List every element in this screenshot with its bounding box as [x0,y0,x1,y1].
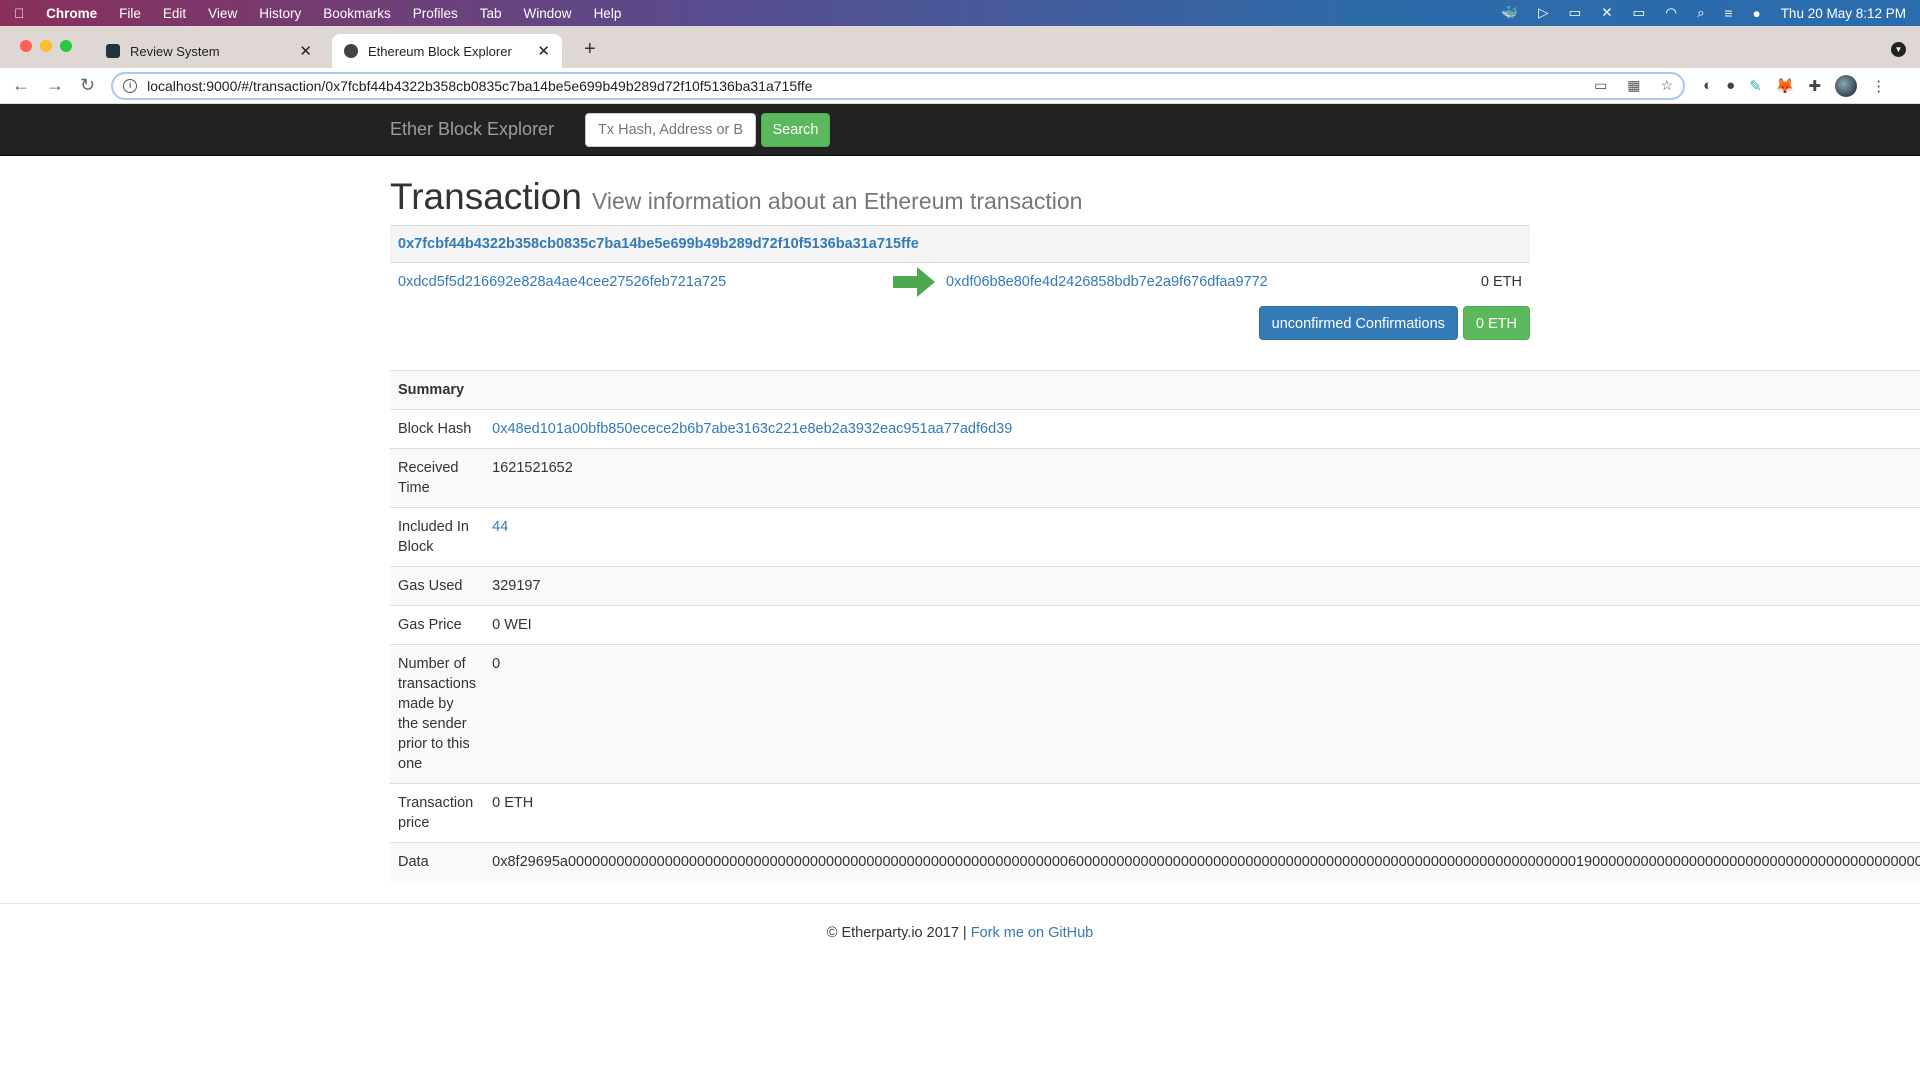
maximize-window-button[interactable] [60,40,72,52]
arrow-right-icon [893,267,935,297]
control-center-icon[interactable]: ≡ [1725,6,1733,21]
tab-title: Ethereum Block Explorer [368,43,512,59]
menu-edit[interactable]: Edit [163,6,186,21]
menu-bookmarks[interactable]: Bookmarks [323,6,391,21]
clock[interactable]: Thu 20 May 8:12 PM [1781,6,1906,21]
row-label: Gas Used [390,566,485,606]
to-address-link[interactable]: 0xdf06b8e80fe4d2426858bdb7e2a9f676dfaa97… [946,274,1268,290]
cast-icon[interactable]: ▭ [1594,77,1607,94]
menu-window[interactable]: Window [524,6,572,21]
transaction-value: 0 ETH [1480,273,1522,290]
input-data: 0x8f29695a000000000000000000000000000000… [492,854,1920,870]
confirmations-button[interactable]: unconfirmed Confirmations [1258,306,1458,340]
highlighter-icon[interactable]: ✎ [1749,77,1762,95]
chrome-menu-icon[interactable]: ⋮ [1871,77,1886,95]
search-input[interactable] [585,113,756,147]
received-time: 1621521652 [484,448,1920,508]
copyright-text: © Etherparty.io 2017 | [826,925,971,941]
table-row: Included In Block 44 [390,507,1920,567]
table-row: Number of transactions made by the sende… [390,644,1920,784]
transaction-hash-link[interactable]: 0x7fcbf44b4322b358cb0835c7ba14be5e699b49… [398,236,919,252]
from-address-link[interactable]: 0xdcd5f5d216692e828a4ae4cee27526feb721a7… [398,274,726,290]
tab-strip: Review System ✕ Ethereum Block Explorer … [0,26,1920,68]
transaction-panel: 0x7fcbf44b4322b358cb0835c7ba14be5e699b49… [390,225,1530,340]
url-text: localhost:9000/#/transaction/0x7fcbf44b4… [147,77,813,94]
page-header: Transaction View information about an Et… [390,176,1920,224]
extensions-puzzle-icon[interactable]: ✚ [1808,77,1821,95]
wifi-icon[interactable]: ◠ [1665,5,1677,21]
main-content: Transaction View information about an Et… [390,156,1920,881]
qr-code-icon[interactable]: ▦ [1627,77,1640,94]
row-label: Data [390,842,485,881]
window-controls [20,40,72,52]
apple-icon[interactable]:  [14,6,24,21]
amount-button[interactable]: 0 ETH [1462,306,1530,340]
battery-icon[interactable]: ▭ [1633,5,1646,21]
menu-profiles[interactable]: Profiles [413,6,458,21]
table-row: Gas Used 329197 [390,566,1920,606]
close-tab-icon[interactable]: ✕ [299,42,312,60]
close-tab-icon[interactable]: ✕ [537,42,550,60]
macos-menubar:  Chrome File Edit View History Bookmark… [0,0,1920,26]
tab-title: Review System [130,43,220,59]
bluetooth-icon[interactable]: ✕ [1601,5,1612,21]
tab-search-icon[interactable]: ▼ [1891,42,1906,57]
transaction-price: 0 ETH [484,783,1920,843]
row-label: Received Time [390,448,485,508]
tab-review-system[interactable]: Review System ✕ [94,34,324,68]
row-label: Gas Price [390,605,485,645]
globe-icon [344,44,358,58]
extension-icon[interactable]: ● [1726,77,1735,94]
metamask-icon[interactable]: 🦊 [1776,77,1795,95]
site-navbar: Ether Block Explorer Search [0,104,1920,156]
github-link[interactable]: Fork me on GitHub [971,925,1094,941]
menu-view[interactable]: View [208,6,237,21]
spotlight-search-icon[interactable]: ⌕ [1697,5,1705,21]
page-title: Transaction [390,176,582,217]
address-bar[interactable]: i localhost:9000/#/transaction/0x7fcbf44… [111,71,1686,100]
footer: © Etherparty.io 2017 | Fork me on GitHub [0,903,1920,941]
gas-price: 0 WEI [484,605,1920,645]
react-icon [106,44,120,58]
site-info-icon[interactable]: i [123,78,138,93]
reload-icon[interactable]: ↻ [80,75,95,96]
row-label: Block Hash [390,409,485,449]
search-button[interactable]: Search [761,113,830,147]
toolbar: ← → ↻ i localhost:9000/#/transaction/0x7… [0,68,1920,104]
docker-icon[interactable]: 🐳 [1501,5,1518,21]
row-label: Number of transactions made by the sende… [390,644,485,784]
minimize-window-button[interactable] [40,40,52,52]
profile-avatar[interactable] [1835,74,1858,97]
menu-tab[interactable]: Tab [480,6,502,21]
row-label: Included In Block [390,507,485,567]
close-window-button[interactable] [20,40,32,52]
bookmark-star-icon[interactable]: ☆ [1661,77,1674,94]
summary-table: Summary Block Hash 0x48ed101a00bfb850ecec… [390,370,1920,881]
table-row: Transaction price 0 ETH [390,783,1920,843]
menu-app-name[interactable]: Chrome [46,6,97,21]
table-row: Received Time 1621521652 [390,448,1920,508]
block-number-link[interactable]: 44 [492,519,508,535]
summary-heading: Summary [390,370,1920,410]
tab-ethereum-block-explorer[interactable]: Ethereum Block Explorer ✕ [332,34,562,68]
back-icon[interactable]: ← [12,75,30,96]
block-hash-link[interactable]: 0x48ed101a00bfb850ecece2b6b7abe3163c221e… [492,421,1012,437]
forward-icon[interactable]: → [46,75,64,96]
play-icon[interactable]: ▷ [1538,5,1548,21]
window-icon[interactable]: ▭ [1568,5,1581,21]
table-row: Gas Price 0 WEI [390,605,1920,645]
menu-file[interactable]: File [119,6,141,21]
brand-link[interactable]: Ether Block Explorer [390,119,554,140]
extension-icon[interactable]: ◐ [1703,77,1712,94]
table-row: Data 0x8f29695a00000000000000000000000000… [390,842,1920,881]
row-label: Transaction price [390,783,485,843]
nonce: 0 [484,644,1920,784]
table-row: Block Hash 0x48ed101a00bfb850ecece2b6b7ab… [390,409,1920,449]
gas-used: 329197 [484,566,1920,606]
menu-help[interactable]: Help [594,6,622,21]
menu-history[interactable]: History [259,6,301,21]
page-subtitle: View information about an Ethereum trans… [591,188,1083,214]
new-tab-button[interactable]: + [584,38,596,61]
siri-icon[interactable]: ● [1753,6,1761,21]
